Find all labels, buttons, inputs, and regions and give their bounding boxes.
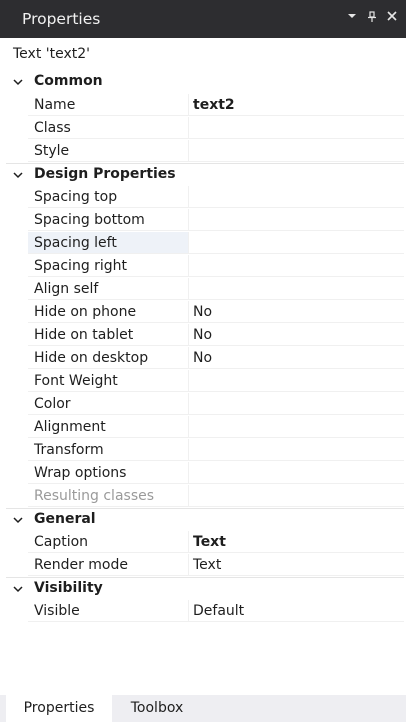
property-row[interactable]: Spacing right: [6, 255, 404, 278]
property-value[interactable]: [188, 255, 404, 277]
chevron-down-icon[interactable]: [345, 11, 359, 25]
property-row[interactable]: Spacing top: [6, 186, 404, 209]
property-value[interactable]: [188, 416, 404, 438]
property-name: Hide on tablet: [28, 324, 188, 346]
property-name: Render mode: [28, 554, 188, 576]
category-label: General: [34, 511, 96, 527]
category-visibility[interactable]: Visibility: [6, 577, 404, 600]
property-row[interactable]: Alignment: [6, 416, 404, 439]
property-value[interactable]: [188, 186, 404, 208]
property-row[interactable]: Hide on desktop No: [6, 347, 404, 370]
property-value[interactable]: [188, 393, 404, 415]
property-name: Hide on phone: [28, 301, 188, 323]
category-common[interactable]: Common: [6, 71, 404, 94]
selected-object-label: Text 'text2': [13, 46, 90, 62]
property-value[interactable]: Text: [188, 554, 404, 576]
property-row[interactable]: Render mode Text: [6, 554, 404, 577]
property-row[interactable]: Color: [6, 393, 404, 416]
tab-toolbox[interactable]: Toolbox: [112, 695, 202, 722]
property-value[interactable]: Text: [188, 531, 404, 553]
chevron-collapse-icon[interactable]: [12, 76, 24, 88]
property-name: Transform: [28, 439, 188, 461]
panel-title: Properties: [22, 10, 101, 28]
category-design-properties[interactable]: Design Properties: [6, 163, 404, 186]
category-label: Design Properties: [34, 166, 176, 182]
property-value[interactable]: [188, 278, 404, 300]
property-row[interactable]: Resulting classes: [6, 485, 404, 508]
property-row[interactable]: Wrap options: [6, 462, 404, 485]
property-row[interactable]: Transform: [6, 439, 404, 462]
property-row[interactable]: Visible Default: [6, 600, 404, 623]
property-row[interactable]: Style: [6, 140, 404, 163]
property-value[interactable]: [188, 209, 404, 231]
property-value[interactable]: Default: [188, 600, 404, 622]
property-name: Wrap options: [28, 462, 188, 484]
property-name: Resulting classes: [28, 485, 188, 507]
property-row[interactable]: Font Weight: [6, 370, 404, 393]
panel-titlebar: Properties: [0, 0, 406, 38]
property-row[interactable]: Align self: [6, 278, 404, 301]
category-label: Visibility: [34, 580, 103, 596]
property-name: Align self: [28, 278, 188, 300]
property-row[interactable]: Hide on tablet No: [6, 324, 404, 347]
property-row[interactable]: Name text2: [6, 94, 404, 117]
property-value[interactable]: No: [188, 324, 404, 346]
chevron-collapse-icon[interactable]: [12, 514, 24, 526]
property-name: Class: [28, 117, 188, 139]
property-value[interactable]: [188, 370, 404, 392]
category-label: Common: [34, 73, 103, 89]
property-name: Color: [28, 393, 188, 415]
property-value[interactable]: No: [188, 347, 404, 369]
category-general[interactable]: General: [6, 508, 404, 531]
chevron-collapse-icon[interactable]: [12, 169, 24, 181]
property-row[interactable]: Spacing left: [6, 232, 404, 255]
panel-tabbar: Properties Toolbox: [0, 695, 406, 722]
property-name: Alignment: [28, 416, 188, 438]
property-row[interactable]: Hide on phone No: [6, 301, 404, 324]
property-name: Visible: [28, 600, 188, 622]
property-value[interactable]: [188, 140, 404, 162]
property-name: Font Weight: [28, 370, 188, 392]
property-value[interactable]: [188, 462, 404, 484]
property-value[interactable]: [188, 485, 404, 507]
tab-properties[interactable]: Properties: [6, 695, 112, 722]
property-value[interactable]: [188, 232, 404, 254]
property-grid: Common Name text2 Class Style Design Properti…: [6, 71, 404, 623]
close-icon[interactable]: [385, 11, 399, 25]
property-name: Spacing top: [28, 186, 188, 208]
property-name: Name: [28, 94, 188, 116]
property-name: Spacing bottom: [28, 209, 188, 231]
property-row[interactable]: Caption Text: [6, 531, 404, 554]
chevron-collapse-icon[interactable]: [12, 583, 24, 595]
property-name: Spacing left: [28, 232, 188, 254]
property-value[interactable]: [188, 117, 404, 139]
property-row[interactable]: Spacing bottom: [6, 209, 404, 232]
property-name: Spacing right: [28, 255, 188, 277]
property-row[interactable]: Class: [6, 117, 404, 140]
property-name: Hide on desktop: [28, 347, 188, 369]
property-name: Style: [28, 140, 188, 162]
property-name: Caption: [28, 531, 188, 553]
property-value[interactable]: text2: [188, 94, 404, 116]
property-value[interactable]: [188, 439, 404, 461]
property-value[interactable]: No: [188, 301, 404, 323]
empty-area: [0, 624, 406, 698]
pin-icon[interactable]: [365, 11, 379, 25]
